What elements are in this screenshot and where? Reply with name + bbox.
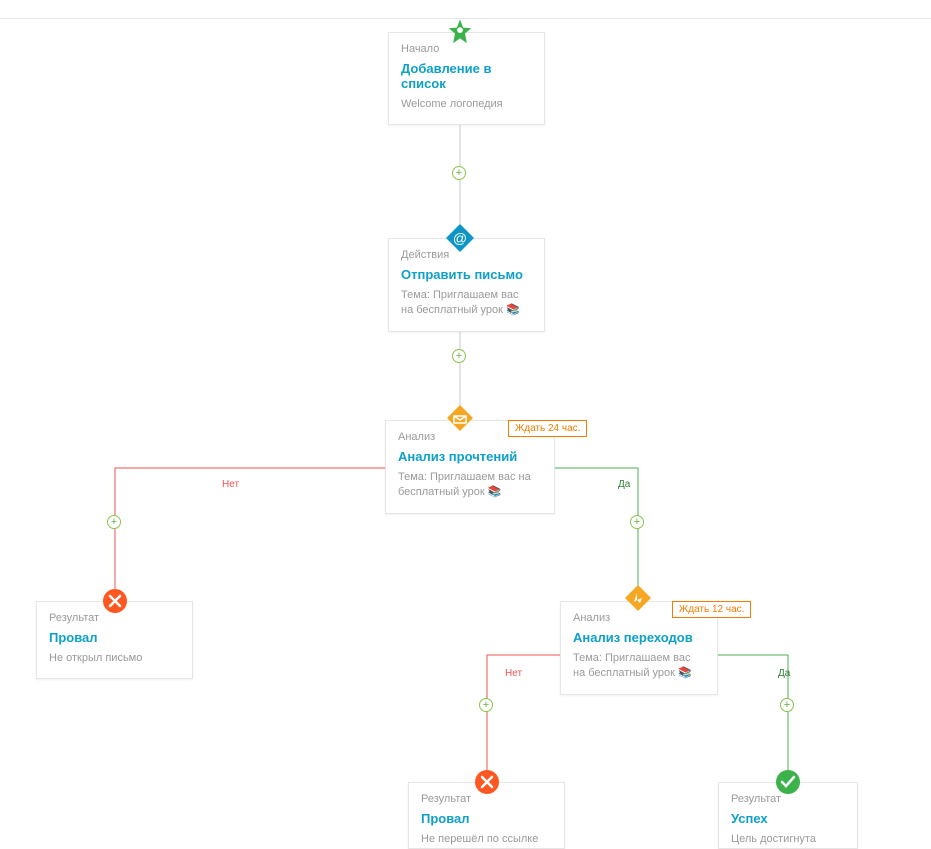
node-title: Успех	[731, 811, 845, 826]
add-step-button[interactable]: +	[780, 698, 794, 712]
node-subtitle: Не перешёл по ссылке	[421, 832, 552, 847]
node-title: Добавление в список	[401, 61, 532, 91]
add-step-button[interactable]: +	[107, 515, 121, 529]
add-step-button[interactable]: +	[452, 166, 466, 180]
node-subtitle: Не открыл письмо	[49, 651, 180, 666]
node-subtitle: Тема: Приглашаем вас на бесплатный урок …	[573, 651, 705, 682]
node-title: Отправить письмо	[401, 267, 532, 282]
star-icon	[445, 17, 475, 47]
branch-label-no: Нет	[222, 479, 239, 490]
node-title: Анализ прочтений	[398, 449, 542, 464]
add-step-button[interactable]: +	[452, 349, 466, 363]
at-icon: @	[445, 223, 475, 253]
add-step-button[interactable]: +	[479, 698, 493, 712]
branch-label-yes: Да	[618, 479, 630, 490]
fail-icon	[100, 586, 130, 616]
node-title: Провал	[49, 630, 180, 645]
wait-badge: Ждать 24 час.	[508, 420, 587, 437]
node-subtitle: Welcome логопедия	[401, 97, 532, 112]
click-icon	[623, 583, 653, 613]
svg-text:@: @	[453, 230, 467, 246]
branch-label-yes: Да	[778, 668, 790, 679]
node-title: Провал	[421, 811, 552, 826]
node-subtitle: Цель достигнута	[731, 832, 845, 847]
branch-label-no: Нет	[505, 668, 522, 679]
node-subtitle: Тема: Приглашаем вас на бесплатный урок …	[401, 288, 532, 319]
fail-icon	[472, 767, 502, 797]
wait-badge: Ждать 12 час.	[672, 601, 751, 618]
node-subtitle: Тема: Приглашаем вас на бесплатный урок …	[398, 470, 542, 501]
add-step-button[interactable]: +	[630, 515, 644, 529]
node-title: Анализ переходов	[573, 630, 705, 645]
mail-open-icon	[445, 403, 475, 433]
success-icon	[773, 767, 803, 797]
